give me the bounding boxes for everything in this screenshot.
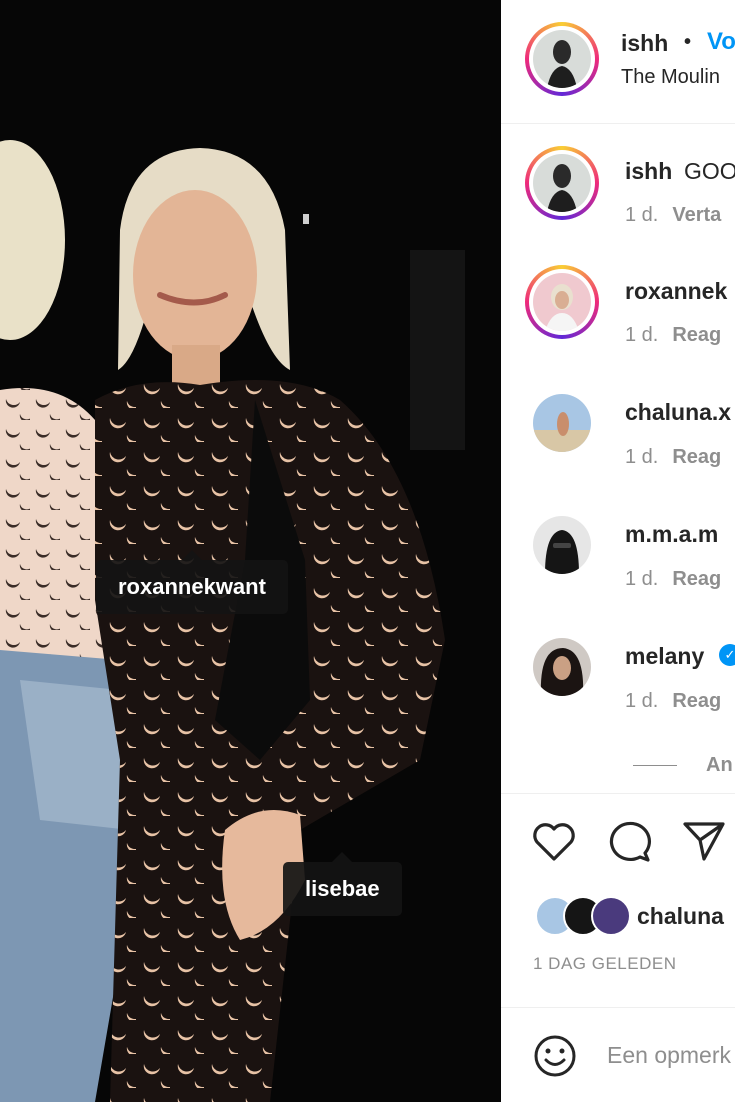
likes-username[interactable]: chaluna xyxy=(637,903,724,930)
share-icon[interactable] xyxy=(682,820,726,862)
post-side-panel: ishh • Vo The Moulin ishh GOO 1 d. Verta … xyxy=(501,0,735,1102)
caption-username[interactable]: ishh xyxy=(625,158,672,185)
caption-meta: 1 d. Verta xyxy=(625,204,721,227)
photo-tag-lisebae[interactable]: lisebae xyxy=(283,852,402,916)
comment-username[interactable]: melany xyxy=(625,643,704,670)
comment-meta: 1 d. Reag xyxy=(625,324,721,347)
comment-input[interactable]: Een opmerk xyxy=(607,1042,731,1069)
view-replies-label[interactable]: An xyxy=(706,754,733,777)
reply-button[interactable]: Reag xyxy=(672,324,721,346)
post-photo[interactable]: roxannekwant lisebae xyxy=(0,0,501,1102)
location-link[interactable]: The Moulin xyxy=(621,66,720,89)
comment-icon[interactable] xyxy=(607,820,653,864)
comment-username[interactable]: chaluna.x xyxy=(625,399,731,426)
follow-button[interactable]: Vo xyxy=(707,28,735,56)
avatar[interactable] xyxy=(533,273,591,331)
comment-time: 1 d. xyxy=(625,324,659,346)
header-divider xyxy=(501,123,735,124)
reply-button[interactable]: Reag xyxy=(672,568,721,590)
avatar[interactable] xyxy=(533,638,591,696)
comment-meta: 1 d. Reag xyxy=(625,446,721,469)
avatar[interactable] xyxy=(533,30,591,88)
post-timestamp[interactable]: 1 DAG GELEDEN xyxy=(533,954,677,974)
photo-tag-roxannekwant[interactable]: roxannekwant xyxy=(96,550,288,614)
replies-line xyxy=(633,765,677,766)
heart-icon[interactable] xyxy=(532,822,576,862)
reply-button[interactable]: Reag xyxy=(672,446,721,468)
photo-illustration xyxy=(0,0,501,1102)
header-username[interactable]: ishh xyxy=(621,30,668,57)
avatar[interactable] xyxy=(533,394,591,452)
verified-badge-icon: ✓ xyxy=(719,644,735,666)
comment-meta: 1 d. Reag xyxy=(625,690,721,713)
comment-box-divider xyxy=(501,1007,735,1008)
avatar[interactable] xyxy=(533,516,591,574)
translate-button[interactable]: Verta xyxy=(672,204,721,226)
comment-time: 1 d. xyxy=(625,446,659,468)
header-separator: • xyxy=(684,31,692,53)
comment-meta: 1 d. Reag xyxy=(625,568,721,591)
reply-button[interactable]: Reag xyxy=(672,690,721,712)
comment-username[interactable]: roxannek xyxy=(625,278,727,305)
avatar[interactable] xyxy=(533,154,591,212)
liker-avatar xyxy=(591,896,631,936)
comment-time: 1 d. xyxy=(625,568,659,590)
caption-time: 1 d. xyxy=(625,204,659,226)
caption-text: GOO xyxy=(684,158,735,184)
comment-username[interactable]: m.m.a.m xyxy=(625,521,718,548)
comment-time: 1 d. xyxy=(625,690,659,712)
actions-divider xyxy=(501,793,735,794)
emoji-icon[interactable] xyxy=(533,1034,577,1078)
